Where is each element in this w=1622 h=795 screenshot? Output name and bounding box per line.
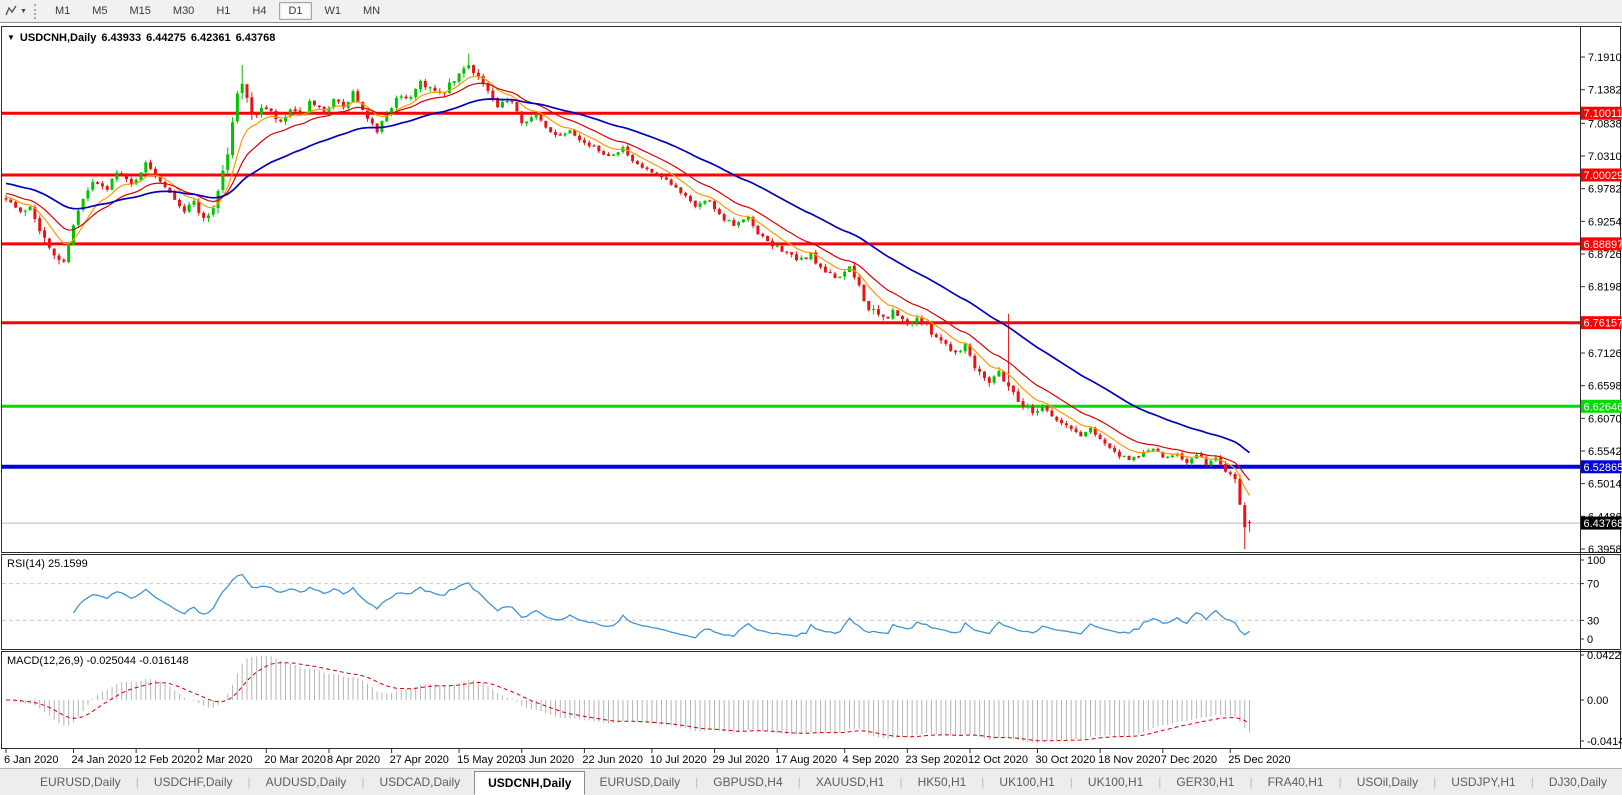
tab-fra40-h1[interactable]: FRA40,H1 bbox=[1254, 771, 1338, 793]
tab-usdcnh-daily[interactable]: USDCNH,Daily bbox=[474, 771, 586, 795]
chart-title: ▼ USDCNH,Daily 6.43933 6.44275 6.42361 6.4376… bbox=[7, 32, 275, 44]
svg-text:25 Dec 2020: 25 Dec 2020 bbox=[1228, 754, 1290, 766]
svg-text:-0.04148: -0.04148 bbox=[1587, 736, 1622, 748]
ohlc-low: 6.42361 bbox=[190, 32, 231, 44]
tab-usdjpy-h1[interactable]: USDJPY,H1 bbox=[1437, 771, 1529, 793]
chart-menu-caret-icon[interactable]: ▼ bbox=[7, 33, 15, 42]
svg-text:70: 70 bbox=[1587, 579, 1599, 591]
svg-text:0: 0 bbox=[1587, 634, 1593, 646]
timeframe-button-m5[interactable]: M5 bbox=[83, 2, 116, 20]
symbol-timeframe-label: USDCNH,Daily bbox=[19, 32, 97, 44]
price-badges: 7.10011 7.00029 6.88897 6.76157 6.62646 6.528… bbox=[1581, 106, 1622, 530]
rsi-indicator-label: RSI(14) 25.1599 bbox=[7, 558, 88, 570]
svg-text:6 Jan 2020: 6 Jan 2020 bbox=[4, 754, 58, 766]
timeframe-button-mn[interactable]: MN bbox=[354, 2, 389, 20]
chart-window: 0.0422750.00-0.041487.191007.138207.0838… bbox=[0, 23, 1622, 768]
svg-text:7.00029: 7.00029 bbox=[1584, 170, 1622, 182]
timeframe-button-h1[interactable]: H1 bbox=[207, 2, 239, 20]
svg-text:24 Jan 2020: 24 Jan 2020 bbox=[71, 754, 132, 766]
svg-text:4 Sep 2020: 4 Sep 2020 bbox=[843, 754, 899, 766]
svg-text:6.43768: 6.43768 bbox=[1584, 518, 1622, 530]
svg-text:6.62646: 6.62646 bbox=[1584, 401, 1622, 413]
svg-text:10 Jul 2020: 10 Jul 2020 bbox=[650, 754, 707, 766]
symbol-tab-bar: EURUSD,Daily | USDCHF,Daily | AUDUSD,Daily | U… bbox=[0, 768, 1622, 795]
draw-tool-icon bbox=[5, 5, 17, 16]
svg-text:7.10011: 7.10011 bbox=[1584, 108, 1622, 120]
chart-canvas[interactable]: 0.0422750.00-0.041487.191007.138207.0838… bbox=[0, 23, 1622, 768]
tab-dj30-daily[interactable]: DJ30,Daily bbox=[1535, 771, 1621, 793]
timeframe-button-h4[interactable]: H4 bbox=[243, 2, 275, 20]
svg-text:6.52865: 6.52865 bbox=[1584, 462, 1622, 474]
rsi-panel[interactable] bbox=[1, 554, 1621, 650]
svg-text:15 May 2020: 15 May 2020 bbox=[457, 754, 521, 766]
svg-text:12 Feb 2020: 12 Feb 2020 bbox=[134, 754, 196, 766]
svg-text:0.042275: 0.042275 bbox=[1587, 650, 1622, 662]
svg-text:2 Mar 2020: 2 Mar 2020 bbox=[197, 754, 253, 766]
tab-usoil-daily[interactable]: USOil,Daily bbox=[1343, 771, 1432, 793]
tab-uk100-h1[interactable]: UK100,H1 bbox=[1074, 771, 1157, 793]
svg-text:3 Jun 2020: 3 Jun 2020 bbox=[520, 754, 574, 766]
toolbar-grip[interactable] bbox=[33, 3, 39, 19]
draw-tool-button[interactable]: ▼ bbox=[0, 3, 31, 19]
svg-text:23 Sep 2020: 23 Sep 2020 bbox=[905, 754, 967, 766]
timeframe-button-d1[interactable]: D1 bbox=[279, 2, 312, 20]
ohlc-high: 6.44275 bbox=[146, 32, 186, 44]
timeframe-button-w1[interactable]: W1 bbox=[316, 2, 351, 20]
dropdown-caret-icon: ▼ bbox=[20, 7, 27, 15]
tab-eurusd-daily[interactable]: EURUSD,Daily bbox=[585, 771, 694, 793]
svg-text:6.50140: 6.50140 bbox=[1588, 479, 1622, 491]
svg-text:20 Mar 2020: 20 Mar 2020 bbox=[264, 754, 326, 766]
ohlc-close: 6.43768 bbox=[235, 32, 276, 44]
tab-audusd-daily[interactable]: AUDUSD,Daily bbox=[252, 771, 361, 793]
svg-text:6.76157: 6.76157 bbox=[1584, 318, 1622, 330]
timeframe-toolbar: ▼ M1 M5 M15 M30 H1 H4 D1 W1 MN bbox=[0, 0, 1622, 23]
svg-text:7.13820: 7.13820 bbox=[1588, 85, 1622, 97]
timeframe-button-m30[interactable]: M30 bbox=[164, 2, 203, 20]
svg-text:29 Jul 2020: 29 Jul 2020 bbox=[713, 754, 770, 766]
svg-text:7.19100: 7.19100 bbox=[1588, 52, 1622, 64]
tab-usdchf-daily[interactable]: USDCHF,Daily bbox=[140, 771, 247, 793]
main-panel[interactable] bbox=[1, 26, 1621, 553]
svg-text:6.55420: 6.55420 bbox=[1588, 446, 1622, 458]
tab-eurusd-daily[interactable]: EURUSD,Daily bbox=[26, 771, 135, 793]
svg-text:8 Apr 2020: 8 Apr 2020 bbox=[327, 754, 380, 766]
svg-text:30: 30 bbox=[1587, 615, 1599, 627]
tab-uk100-h1[interactable]: UK100,H1 bbox=[985, 771, 1068, 793]
svg-text:12 Oct 2020: 12 Oct 2020 bbox=[968, 754, 1028, 766]
svg-text:6.65980: 6.65980 bbox=[1588, 381, 1622, 393]
svg-text:6.60700: 6.60700 bbox=[1588, 413, 1622, 425]
svg-text:100: 100 bbox=[1587, 555, 1605, 567]
timeframe-button-m15[interactable]: M15 bbox=[121, 2, 160, 20]
svg-text:17 Aug 2020: 17 Aug 2020 bbox=[775, 754, 837, 766]
svg-text:6.71260: 6.71260 bbox=[1588, 348, 1622, 360]
svg-text:22 Jun 2020: 22 Jun 2020 bbox=[582, 754, 643, 766]
svg-text:6.92540: 6.92540 bbox=[1588, 216, 1622, 228]
timeframe-button-m1[interactable]: M1 bbox=[46, 2, 79, 20]
svg-text:6.81980: 6.81980 bbox=[1588, 282, 1622, 294]
timeframe-buttons: M1 M5 M15 M30 H1 H4 D1 W1 MN bbox=[44, 2, 391, 20]
macd-indicator-label: MACD(12,26,9) -0.025044 -0.016148 bbox=[7, 655, 189, 667]
svg-text:6.97820: 6.97820 bbox=[1588, 184, 1622, 196]
svg-text:7 Dec 2020: 7 Dec 2020 bbox=[1161, 754, 1217, 766]
tab-usdcad-daily[interactable]: USDCAD,Daily bbox=[365, 771, 474, 793]
time-axis[interactable]: 6 Jan 2020 24 Jan 2020 12 Feb 2020 2 Mar 20… bbox=[4, 748, 1291, 767]
tab-xauusd-h1[interactable]: XAUUSD,H1 bbox=[802, 771, 899, 793]
tab-gbpusd-h4[interactable]: GBPUSD,H4 bbox=[699, 771, 796, 793]
tab-ger30-h1[interactable]: GER30,H1 bbox=[1162, 771, 1248, 793]
svg-text:7.03100: 7.03100 bbox=[1588, 151, 1622, 163]
ohlc-open: 6.43933 bbox=[101, 32, 142, 44]
svg-text:18 Nov 2020: 18 Nov 2020 bbox=[1098, 754, 1160, 766]
svg-text:6.88897: 6.88897 bbox=[1584, 239, 1622, 251]
svg-text:30 Oct 2020: 30 Oct 2020 bbox=[1035, 754, 1095, 766]
svg-text:27 Apr 2020: 27 Apr 2020 bbox=[390, 754, 449, 766]
mt4-window: ▼ M1M5 M15M30H1H4D1W1MN 0.042275 0.00 -0.04… bbox=[0, 0, 1622, 795]
svg-text:0.00: 0.00 bbox=[1587, 695, 1608, 707]
tab-hk50-h1[interactable]: HK50,H1 bbox=[904, 771, 981, 793]
